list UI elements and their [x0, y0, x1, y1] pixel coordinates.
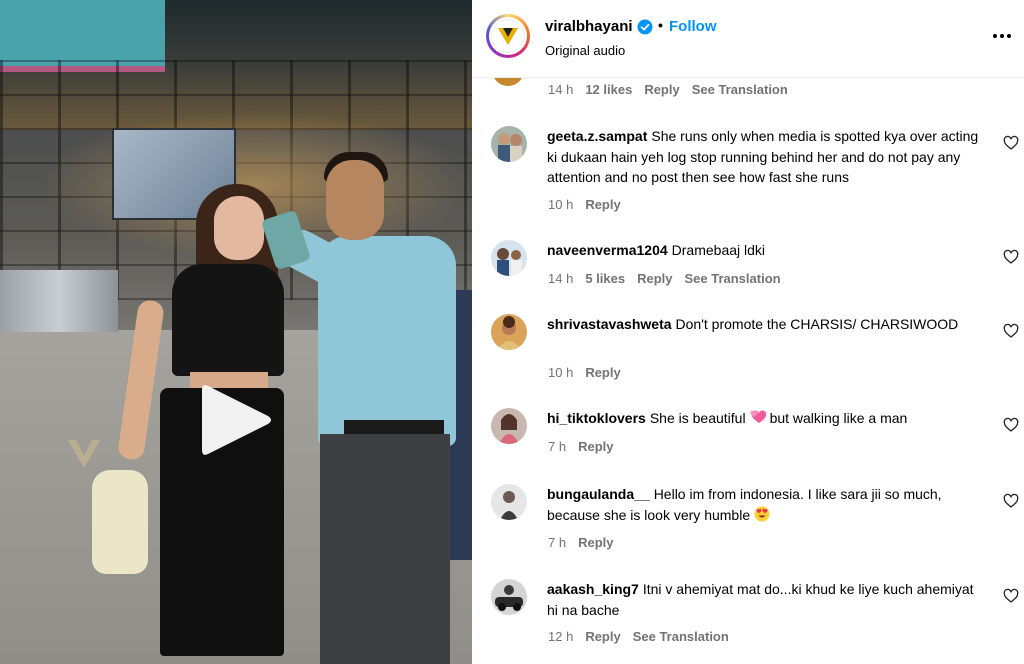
comment-text: Don't promote the CHARSIS/ CHARSIWOOD	[675, 316, 959, 332]
reply-button[interactable]: Reply	[585, 629, 620, 644]
reply-button[interactable]: Reply	[585, 365, 620, 380]
comment-meta: 7 h Reply	[548, 439, 613, 454]
comment-username[interactable]: aakash_king7	[547, 581, 639, 597]
comment-username[interactable]: geeta.z.sampat	[547, 128, 647, 144]
comment-meta: 7 h Reply	[548, 535, 613, 550]
comment-likes[interactable]: 5 likes	[585, 271, 625, 286]
see-translation-button[interactable]: See Translation	[692, 82, 788, 97]
post-side-panel: viralbhayani • Follow Original audio 14 …	[472, 0, 1024, 664]
commenter-avatar[interactable]	[491, 408, 527, 444]
comment-username[interactable]: shrivastavashweta	[547, 316, 672, 332]
comment-likes[interactable]: 12 likes	[585, 82, 632, 97]
comment-time: 14 h	[548, 82, 574, 97]
video-background-pillar	[0, 270, 118, 332]
reply-button[interactable]: Reply	[578, 535, 613, 550]
commenter-avatar[interactable]	[491, 579, 527, 615]
comment-meta: 14 h 12 likes Reply See Translation	[548, 82, 788, 97]
reply-button[interactable]: Reply	[637, 271, 672, 286]
post-header: viralbhayani • Follow Original audio	[472, 0, 1024, 78]
audio-link[interactable]: Original audio	[545, 43, 625, 58]
follow-button[interactable]: Follow	[669, 18, 717, 35]
reel-video[interactable]	[0, 0, 472, 664]
commenter-avatar[interactable]	[491, 314, 527, 350]
comment-time: 10 h	[548, 365, 574, 380]
play-icon[interactable]	[196, 380, 274, 460]
reply-button[interactable]: Reply	[585, 197, 620, 212]
more-options-icon[interactable]	[988, 26, 1016, 46]
comment-body: bungaulanda__ Hello im from indonesia. I …	[547, 484, 985, 525]
author-username[interactable]: viralbhayani	[545, 18, 633, 35]
comment-item-previous: 14 h 12 likes Reply See Translation	[472, 78, 1024, 108]
comment-body: aakash_king7 Itni v ahemiyat mat do...ki …	[547, 579, 985, 620]
see-translation-button[interactable]: See Translation	[684, 271, 780, 286]
comment-time: 7 h	[548, 535, 567, 550]
comment-time: 10 h	[548, 197, 574, 212]
author-avatar[interactable]	[486, 14, 530, 58]
comment-meta: 10 h Reply	[548, 197, 621, 212]
heart-icon[interactable]	[1003, 323, 1019, 339]
commenter-avatar[interactable]	[491, 484, 527, 520]
comment-meta: 10 h Reply	[548, 365, 621, 380]
comment-username[interactable]: hi_tiktoklovers	[547, 410, 646, 426]
comment-meta: 14 h 5 likes Reply See Translation	[548, 271, 781, 286]
comment-username[interactable]: naveenverma1204	[547, 242, 668, 258]
comment-time: 12 h	[548, 629, 574, 644]
video-person-man-pants	[320, 434, 450, 664]
heart-icon[interactable]	[1003, 249, 1019, 265]
video-person-woman-face	[214, 196, 264, 260]
heart-eyes-emoji	[754, 506, 770, 522]
comment-body: shrivastavashweta Don't promote the CHARS…	[547, 314, 985, 335]
heart-icon[interactable]	[1003, 417, 1019, 433]
video-person-woman-top	[172, 264, 284, 376]
comment-username[interactable]: bungaulanda__	[547, 486, 650, 502]
heart-icon[interactable]	[1003, 135, 1019, 151]
video-person-man-face	[326, 160, 384, 240]
comment-time: 7 h	[548, 439, 567, 454]
comment-text-end: but walking like a man	[769, 410, 908, 426]
comment-body: hi_tiktoklovers She is beautiful but walki…	[547, 408, 985, 429]
header-separator: •	[658, 17, 663, 33]
two-hearts-emoji	[750, 409, 766, 425]
reply-button[interactable]: Reply	[578, 439, 613, 454]
commenter-avatar[interactable]	[491, 240, 527, 276]
commenter-avatar[interactable]	[492, 78, 524, 86]
comment-time: 14 h	[548, 271, 574, 286]
commenter-avatar[interactable]	[491, 126, 527, 162]
comment-text: Dramebaaj ldki	[671, 242, 766, 258]
comment-body: naveenverma1204 Dramebaaj ldki	[547, 240, 985, 261]
brand-logo-icon	[491, 19, 525, 53]
see-translation-button[interactable]: See Translation	[633, 629, 729, 644]
reply-button[interactable]: Reply	[644, 82, 679, 97]
video-shopping-bag	[92, 470, 148, 574]
heart-icon[interactable]	[1003, 588, 1019, 604]
comments-list[interactable]: 14 h 12 likes Reply See Translation geet…	[472, 78, 1024, 664]
watermark-logo-icon	[64, 434, 104, 474]
heart-icon[interactable]	[1003, 493, 1019, 509]
comment-meta: 12 h Reply See Translation	[548, 629, 729, 644]
comment-text-start: She is beautiful	[649, 410, 746, 426]
comment-body: geeta.z.sampat She runs only when media i…	[547, 126, 985, 188]
verified-badge-icon	[637, 19, 653, 35]
